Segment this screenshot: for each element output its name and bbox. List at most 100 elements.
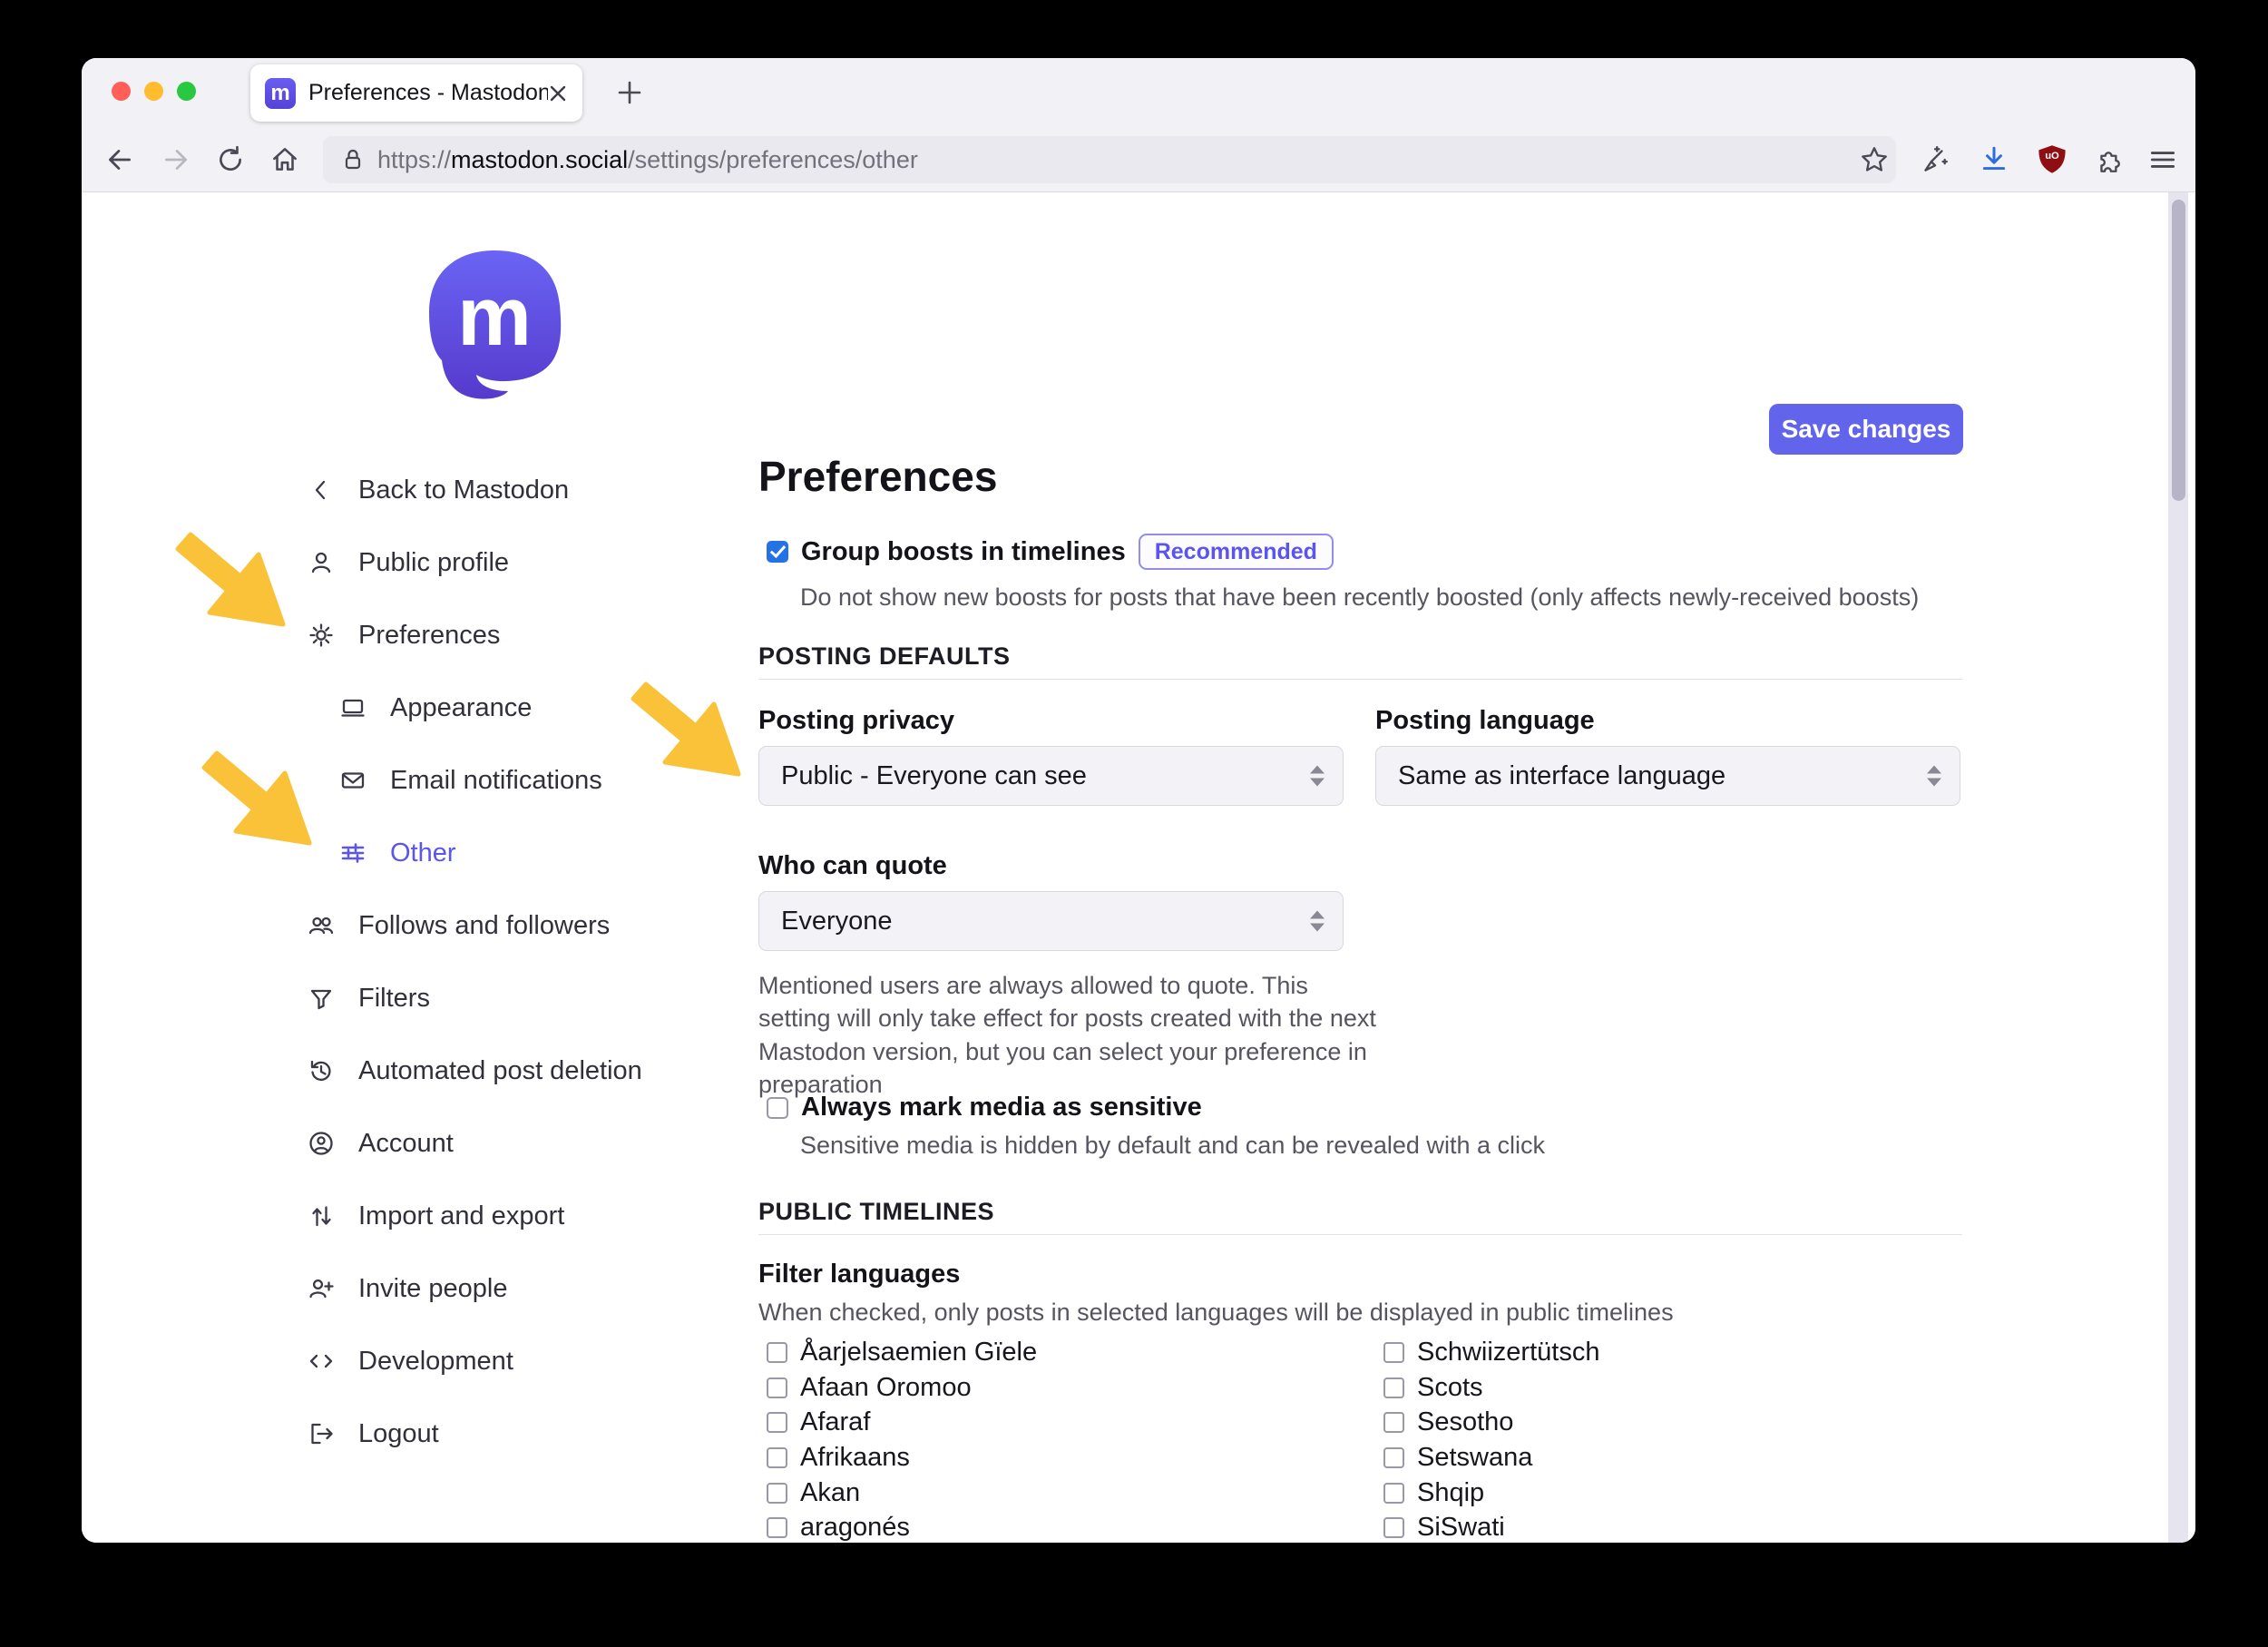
sidebar-item-label: Filters bbox=[358, 984, 430, 1014]
person-icon bbox=[306, 547, 337, 578]
who-can-quote-select[interactable]: Everyone bbox=[758, 891, 1344, 951]
posting-privacy-select[interactable]: Public - Everyone can see bbox=[758, 746, 1344, 806]
svg-text:m: m bbox=[457, 270, 532, 363]
sidebar-item-other[interactable]: Other bbox=[306, 817, 723, 889]
back-button[interactable] bbox=[98, 138, 142, 181]
broom-icon bbox=[1919, 144, 1950, 175]
menu-button[interactable] bbox=[2141, 138, 2185, 181]
filter-languages-hint: When checked, only posts in selected lan… bbox=[758, 1296, 2028, 1328]
select-arrows-icon bbox=[1310, 766, 1325, 787]
who-can-quote-hint: Mentioned users are always allowed to qu… bbox=[758, 969, 1384, 1102]
sidebar-item-label: Account bbox=[358, 1129, 454, 1159]
sliders-icon bbox=[337, 838, 368, 868]
language-option[interactable]: Schwiizertütsch bbox=[1383, 1335, 1946, 1370]
language-checkbox[interactable] bbox=[1383, 1447, 1404, 1468]
language-option[interactable]: Afrikaans bbox=[767, 1440, 1329, 1475]
recommended-badge: Recommended bbox=[1139, 534, 1334, 570]
sidebar-item-preferences[interactable]: Preferences bbox=[306, 599, 723, 672]
sidebar-back-to-mastodon[interactable]: Back to Mastodon bbox=[306, 454, 723, 526]
bookmark-button[interactable] bbox=[1853, 138, 1896, 181]
posting-language-select[interactable]: Same as interface language bbox=[1375, 746, 1960, 806]
sidebar-item-label: Other bbox=[390, 838, 456, 868]
envelope-icon bbox=[337, 765, 368, 796]
language-option[interactable]: aragonés bbox=[767, 1510, 1329, 1543]
clear-data-extension-button[interactable] bbox=[1912, 138, 1956, 181]
language-option[interactable]: Afaan Oromoo bbox=[767, 1370, 1329, 1406]
who-can-quote-label: Who can quote bbox=[758, 851, 947, 881]
ublock-origin-button[interactable]: uO bbox=[2030, 138, 2074, 181]
group-boosts-checkbox[interactable] bbox=[767, 541, 788, 563]
sidebar-item-development[interactable]: Development bbox=[306, 1325, 723, 1397]
who-can-quote-value: Everyone bbox=[781, 907, 893, 936]
reload-button[interactable] bbox=[209, 138, 252, 181]
sidebar-item-label: Automated post deletion bbox=[358, 1056, 642, 1086]
public-timelines-section-title: PUBLIC TIMELINES bbox=[758, 1198, 994, 1226]
sidebar-item-account[interactable]: Account bbox=[306, 1107, 723, 1180]
select-arrows-icon bbox=[1927, 766, 1941, 787]
sidebar-item-appearance[interactable]: Appearance bbox=[306, 672, 723, 744]
language-option[interactable]: Åarjelsaemien Gïele bbox=[767, 1335, 1329, 1370]
import-export-icon bbox=[306, 1201, 337, 1231]
sidebar-item-label: Import and export bbox=[358, 1201, 564, 1231]
sidebar-item-automated-post-deletion[interactable]: Automated post deletion bbox=[306, 1034, 723, 1107]
traffic-light-zoom[interactable] bbox=[177, 82, 196, 101]
language-checkbox[interactable] bbox=[1383, 1342, 1404, 1363]
section-divider bbox=[758, 679, 1962, 680]
display-icon bbox=[337, 692, 368, 723]
language-checkbox[interactable] bbox=[767, 1483, 787, 1504]
chevron-left-icon bbox=[306, 475, 337, 505]
group-boosts-row: Group boosts in timelines Recommended bbox=[767, 534, 1334, 570]
sidebar-item-filters[interactable]: Filters bbox=[306, 962, 723, 1034]
url-text: https://mastodon.social/settings/prefere… bbox=[377, 146, 918, 174]
sidebar-item-follows-and-followers[interactable]: Follows and followers bbox=[306, 889, 723, 962]
language-option[interactable]: Scots bbox=[1383, 1370, 1946, 1406]
language-checkbox[interactable] bbox=[767, 1447, 787, 1468]
bookmark-star-icon bbox=[1859, 144, 1890, 175]
language-checkbox[interactable] bbox=[1383, 1517, 1404, 1538]
language-checkbox[interactable] bbox=[767, 1377, 787, 1398]
language-option[interactable]: Setswana bbox=[1383, 1440, 1946, 1475]
page-content: m Back to Mastodon Public profile Prefer… bbox=[82, 192, 2195, 1543]
language-option[interactable]: Sesotho bbox=[1383, 1405, 1946, 1440]
language-option[interactable]: Akan bbox=[767, 1475, 1329, 1511]
ublock-shield-icon: uO bbox=[2036, 143, 2068, 176]
save-changes-button[interactable]: Save changes bbox=[1769, 404, 1963, 455]
language-option[interactable]: Shqip bbox=[1383, 1475, 1946, 1511]
tab-close-icon[interactable] bbox=[548, 83, 568, 103]
sidebar-item-label: Appearance bbox=[390, 693, 532, 723]
sidebar-item-label: Back to Mastodon bbox=[358, 475, 569, 505]
sidebar-item-email-notifications[interactable]: Email notifications bbox=[306, 744, 723, 817]
home-button[interactable] bbox=[263, 138, 307, 181]
sensitive-media-checkbox[interactable] bbox=[767, 1097, 788, 1119]
traffic-light-minimize[interactable] bbox=[144, 82, 163, 101]
traffic-light-close[interactable] bbox=[112, 82, 131, 101]
language-checkbox[interactable] bbox=[767, 1517, 787, 1538]
group-boosts-label: Group boosts in timelines bbox=[801, 537, 1126, 567]
people-icon bbox=[306, 910, 337, 941]
sensitive-media-hint: Sensitive media is hidden by default and… bbox=[800, 1129, 1889, 1162]
page-scrollbar-thumb[interactable] bbox=[2172, 200, 2185, 501]
forward-button[interactable] bbox=[154, 138, 198, 181]
language-checkbox[interactable] bbox=[1383, 1412, 1404, 1433]
download-icon bbox=[1979, 144, 2009, 175]
browser-tab[interactable]: m Preferences - Mastodon bbox=[250, 64, 582, 122]
language-checkbox[interactable] bbox=[767, 1412, 787, 1433]
language-option[interactable]: SiSwati bbox=[1383, 1510, 1946, 1543]
sidebar-item-import-and-export[interactable]: Import and export bbox=[306, 1180, 723, 1252]
sensitive-media-row: Always mark media as sensitive bbox=[767, 1093, 1202, 1123]
language-option[interactable]: Afaraf bbox=[767, 1405, 1329, 1440]
language-checkbox[interactable] bbox=[1383, 1483, 1404, 1504]
mastodon-logo: m bbox=[422, 247, 567, 401]
url-bar[interactable]: https://mastodon.social/settings/prefere… bbox=[323, 136, 1896, 183]
lock-icon bbox=[339, 146, 367, 173]
language-checkbox[interactable] bbox=[1383, 1377, 1404, 1398]
sidebar-item-invite-people[interactable]: Invite people bbox=[306, 1252, 723, 1325]
download-button[interactable] bbox=[1972, 138, 2016, 181]
new-tab-button[interactable] bbox=[612, 75, 647, 110]
language-checkbox[interactable] bbox=[767, 1342, 787, 1363]
sensitive-media-label: Always mark media as sensitive bbox=[801, 1093, 1202, 1123]
extensions-button[interactable] bbox=[2088, 138, 2132, 181]
sidebar-item-label: Logout bbox=[358, 1419, 439, 1449]
sidebar-item-logout[interactable]: Logout bbox=[306, 1397, 723, 1470]
sidebar-item-public-profile[interactable]: Public profile bbox=[306, 526, 723, 599]
